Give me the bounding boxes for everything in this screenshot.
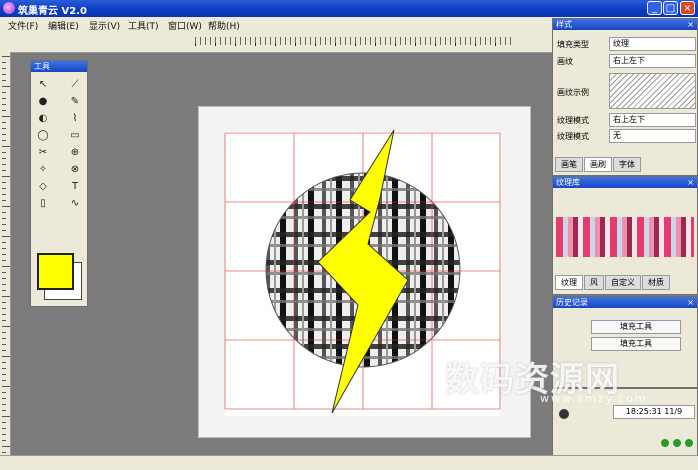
status-icon [685,439,693,447]
prop-texture-mode[interactable]: 纹理模式 右上左下 [555,113,696,127]
tool-icon[interactable]: ◐ [36,111,50,125]
watermark-url: www.smzy.com [540,392,648,405]
texture-tabs: 纹理 风 自定义 材质 [555,275,671,290]
tool-icon[interactable]: ⊕ [68,145,82,159]
tool-icon[interactable]: ⟋ [68,77,82,91]
style-panel-caption: 样式 × [553,19,697,30]
prop-pattern-preview: 画纹示例 [555,73,696,109]
prop-pattern[interactable]: 画纹 右上左下 [555,54,696,68]
tool-icon[interactable]: ▯ [36,196,50,210]
tab-wind[interactable]: 风 [584,275,604,290]
tool-icon[interactable]: ◇ [36,179,50,193]
toolbox-caption: 工具 [31,61,87,72]
foreground-color-swatch[interactable] [37,253,74,290]
texture-swatches[interactable] [556,217,694,257]
tab-font[interactable]: 字体 [613,157,641,172]
tab-custom[interactable]: 自定义 [605,275,641,290]
texture-panel: 纹理库 × 纹理 风 自定义 材质 [552,176,698,295]
close-icon[interactable]: × [687,297,694,308]
tool-icon[interactable]: ∿ [68,196,82,210]
tab-brush[interactable]: 画笔 [555,157,583,172]
prop-fill-type[interactable]: 填充类型 纹理 [555,37,696,51]
time-display: 18:25:31 11/9 [613,405,695,419]
status-icon [661,439,669,447]
tool-icon[interactable]: ⊗ [68,162,82,176]
style-tabs: 画笔 画刷 字体 [555,157,642,172]
prop-texture-mode-2[interactable]: 纹理模式无 [555,129,696,143]
tool-icon[interactable]: T [68,179,82,193]
tool-icon[interactable]: ✎ [68,94,82,108]
tool-icon[interactable]: ● [36,94,50,108]
tool-icon[interactable]: ✧ [36,162,50,176]
history-item[interactable]: 填充工具 [591,320,681,334]
style-panel: 样式 × 填充类型 纹理 画纹 右上左下 画纹示例 纹理模式 右上左下 纹理模式无 画笔… [552,18,698,176]
history-item[interactable]: 填充工具 [591,337,681,351]
tool-icon[interactable]: ⌇ [68,111,82,125]
close-icon[interactable]: × [687,177,694,188]
tab-texture[interactable]: 纹理 [555,275,583,290]
status-bar [0,455,698,470]
history-panel-caption: 历史记录 × [553,297,697,308]
record-icon[interactable] [559,409,569,419]
close-icon[interactable]: × [687,19,694,30]
tool-icon[interactable]: ↖ [36,77,50,91]
tool-icon[interactable]: ✂ [36,145,50,159]
tab-fill[interactable]: 画刷 [584,157,612,172]
texture-panel-caption: 纹理库 × [553,177,697,188]
status-icon [673,439,681,447]
tool-icon[interactable]: ▭ [68,128,82,142]
tool-icon[interactable]: ◯ [36,128,50,142]
tab-material[interactable]: 材质 [642,275,670,290]
